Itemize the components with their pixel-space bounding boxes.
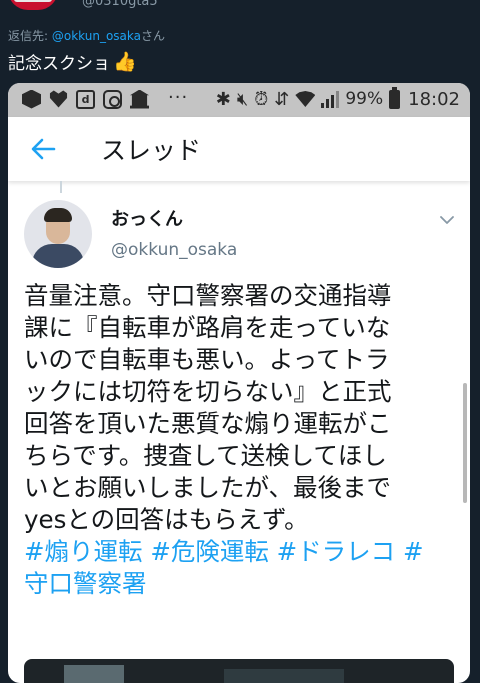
author-name[interactable]: おっくん	[111, 205, 183, 231]
bank-app-icon	[130, 89, 149, 109]
wifi-icon	[295, 91, 316, 107]
app-bar: スレッド	[8, 117, 470, 181]
hashtag-line: 守口警察署	[24, 568, 456, 600]
outer-avatar[interactable]	[8, 0, 58, 10]
tweet-body-line: ックには切符を切らない』と正式	[24, 377, 392, 406]
outer-tweet-text: 記念スクショ 👍	[8, 49, 137, 74]
scrollbar[interactable]	[463, 383, 467, 503]
chevron-down-icon[interactable]	[440, 213, 454, 227]
reply-mention-link[interactable]: @okkun_osaka	[52, 29, 141, 43]
status-bar: d ··· ✱ 🔇︎ ⏰︎ ⇵ 99% 18:02	[8, 83, 470, 117]
outer-tweet-body: 記念スクショ	[8, 54, 110, 74]
mute-icon: 🔇︎	[236, 88, 249, 110]
hashtag-line: #煽り運転 #危険運転 #ドラレコ #	[24, 536, 456, 568]
hashtag-link[interactable]: #ドラレコ	[277, 537, 396, 566]
instagram-icon	[103, 89, 122, 109]
hashtag-link[interactable]: #	[403, 537, 424, 566]
tweet-body-line: 回答を頂いた悪質な煽り運転がこ	[24, 409, 392, 438]
hashtag-link[interactable]: #煽り運転	[24, 537, 143, 566]
hashtag-link[interactable]: 守口警察署	[24, 569, 147, 598]
cube-app-icon	[22, 89, 41, 109]
tweet-body-line: 音量注意。守口警察署の交通指導	[24, 281, 392, 310]
clock: 18:02	[408, 88, 460, 110]
signal-icon	[321, 90, 340, 108]
notification-icons: d	[22, 88, 149, 110]
tweet-body-line: いとお願いしましたが、最後まで	[24, 473, 392, 502]
more-notifications-icon: ···	[168, 86, 189, 108]
outer-handle[interactable]: @0310gta5	[82, 0, 158, 9]
reply-suffix: さん	[140, 29, 165, 43]
tweet-body-line: yesとの回答はもらえず。	[24, 505, 309, 534]
reply-to-line: 返信先: @okkun_osakaさん	[8, 27, 165, 44]
thumbs-up-icon: 👍	[113, 51, 137, 73]
tweet-body-line: 課に『自転車が路肩を走っていな	[24, 313, 391, 342]
status-right: ✱ 🔇︎ ⏰︎ ⇵ 99% 18:02	[215, 86, 460, 110]
embedded-screenshot[interactable]: d ··· ✱ 🔇︎ ⏰︎ ⇵ 99% 18:02 スレッド おっくん @okk…	[8, 83, 470, 683]
author-handle[interactable]: @okkun_osaka	[111, 240, 237, 260]
avatar[interactable]	[24, 200, 92, 268]
hashtag-link[interactable]: #危険運転	[150, 537, 269, 566]
data-arrows-icon: ⇵	[274, 88, 290, 110]
tweet-body-line: いので自転車も悪い。よってトラ	[24, 345, 390, 374]
thread-connector	[60, 181, 62, 193]
back-arrow-icon[interactable]	[30, 136, 56, 162]
d-app-icon: d	[76, 89, 95, 109]
alarm-icon: ⏰︎	[254, 88, 269, 110]
page-title: スレッド	[101, 136, 202, 165]
reply-prefix: 返信先:	[8, 29, 52, 43]
battery-icon	[389, 86, 401, 109]
battery-percent: 99%	[345, 89, 384, 109]
video-thumbnail[interactable]	[24, 659, 454, 683]
bluetooth-icon: ✱	[215, 88, 231, 110]
heart-icon	[49, 90, 68, 108]
tweet-body-line: ちらです。捜査して送検してほし	[24, 441, 387, 470]
tweet-body: 音量注意。守口警察署の交通指導 課に『自転車が路肩を走っていな いので自転車も悪…	[24, 280, 456, 600]
